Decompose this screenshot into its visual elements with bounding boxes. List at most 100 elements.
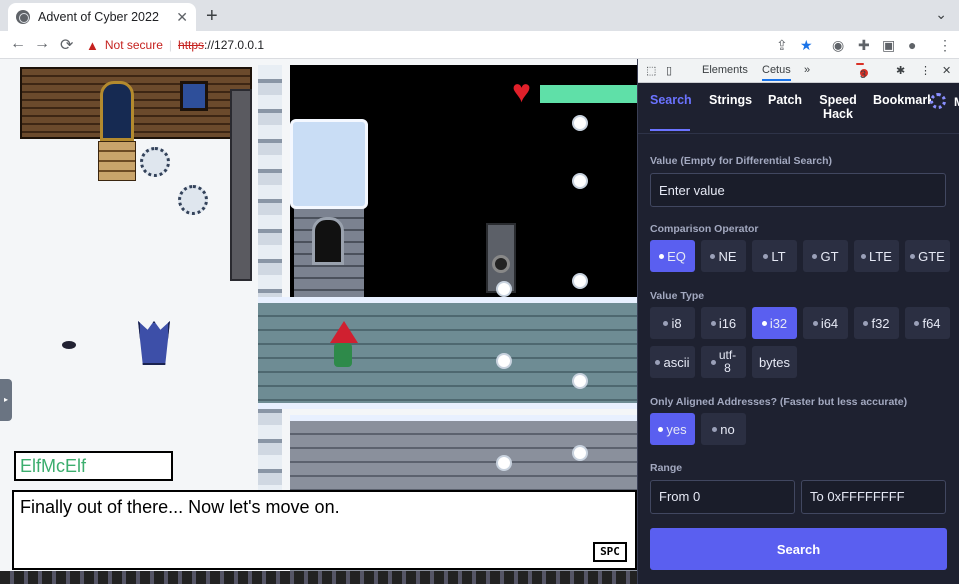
- profile-icon[interactable]: ●: [908, 37, 916, 53]
- tab-speed-hack[interactable]: Speed Hack: [818, 93, 858, 121]
- tab-search[interactable]: Search: [650, 93, 692, 107]
- divider: [638, 133, 959, 134]
- heart-icon: ♥: [512, 73, 531, 109]
- option-label: no: [720, 421, 735, 437]
- side-panel-icon[interactable]: ▣: [882, 37, 895, 54]
- active-tab-indicator: [650, 129, 690, 131]
- range-from-input[interactable]: From 0: [650, 480, 795, 514]
- option-gt[interactable]: GT: [803, 240, 848, 272]
- search-button[interactable]: Search: [650, 528, 947, 570]
- snowflake-icon: [140, 147, 170, 177]
- cabin-window: [180, 81, 208, 111]
- option-i64[interactable]: i64: [803, 307, 848, 339]
- option-ascii[interactable]: ascii: [650, 346, 695, 378]
- option-i8[interactable]: i8: [650, 307, 695, 339]
- tab-cetus[interactable]: Cetus: [762, 64, 791, 81]
- radio-dot-icon: [658, 426, 664, 432]
- tab-bookmarks[interactable]: Bookmarks: [873, 93, 931, 107]
- tab-elements[interactable]: Elements: [702, 64, 748, 76]
- chevron-down-icon[interactable]: ⌄: [935, 6, 947, 23]
- option-yes[interactable]: yes: [650, 413, 695, 445]
- radio-dot-icon: [863, 320, 869, 326]
- radio-dot-icon: [812, 320, 818, 326]
- radio-dot-icon: [861, 253, 867, 259]
- value-type-label: Value Type: [650, 290, 705, 302]
- warning-icon[interactable]: ▲: [86, 38, 99, 53]
- radio-dot-icon: [812, 253, 818, 259]
- option-f32[interactable]: f32: [854, 307, 899, 339]
- option-label: bytes: [758, 354, 791, 370]
- cog-icon[interactable]: [930, 93, 946, 109]
- new-tab-button[interactable]: +: [206, 5, 218, 28]
- radio-dot-icon: [712, 426, 718, 432]
- option-bytes[interactable]: bytes: [752, 346, 797, 378]
- back-button[interactable]: ←: [10, 35, 26, 53]
- option-no[interactable]: no: [701, 413, 746, 445]
- globe-icon: [16, 10, 30, 24]
- device-toggle-icon[interactable]: ▯: [666, 64, 672, 77]
- option-label: ascii: [663, 354, 690, 370]
- extension-icon[interactable]: ◉: [832, 37, 844, 54]
- dialog-box[interactable]: Finally out of there... Now let's move o…: [12, 490, 637, 570]
- space-key-hint: SPC: [593, 542, 627, 562]
- option-label: EQ: [667, 248, 686, 264]
- error-badge[interactable]: 3: [856, 63, 868, 81]
- option-lte[interactable]: LTE: [854, 240, 899, 272]
- devtools-panel: ⬚ ▯ Elements Cetus » 3 ✱ ⋮ ✕ Search Stri…: [637, 59, 959, 584]
- snowball: [572, 273, 588, 289]
- range-to-input[interactable]: To 0xFFFFFFFF: [801, 480, 946, 514]
- snowball: [572, 373, 588, 389]
- option-f64[interactable]: f64: [905, 307, 950, 339]
- option-utf8[interactable]: utf-8: [701, 346, 746, 378]
- value-input[interactable]: [650, 173, 946, 207]
- inspect-icon[interactable]: ⬚: [646, 64, 656, 77]
- address-bar[interactable]: ▲ Not secure | https ://127.0.0.1: [86, 33, 826, 57]
- tab-strings[interactable]: Strings: [709, 93, 752, 107]
- option-label: yes: [666, 421, 687, 437]
- not-secure-label[interactable]: Not secure: [105, 38, 163, 52]
- devtools-tabbar: ⬚ ▯ Elements Cetus » 3 ✱ ⋮ ✕: [638, 59, 959, 83]
- option-label: i8: [671, 315, 682, 331]
- url-scheme: https: [178, 38, 205, 52]
- reload-button[interactable]: ⟳: [60, 35, 73, 55]
- option-ne[interactable]: NE: [701, 240, 746, 272]
- aligned-label: Only Aligned Addresses? (Faster but less…: [650, 396, 908, 408]
- browser-toolbar: ← → ⟳ ▲ Not secure | https ://127.0.0.1 …: [0, 31, 959, 59]
- option-label: LT: [771, 248, 786, 264]
- kebab-menu-icon[interactable]: ⋮: [938, 37, 952, 54]
- option-i32[interactable]: i32: [752, 307, 797, 339]
- browser-tab[interactable]: Advent of Cyber 2022 ✕: [8, 3, 196, 31]
- option-eq[interactable]: EQ: [650, 240, 695, 272]
- cabin-steps: [98, 141, 136, 181]
- forward-button[interactable]: →: [34, 35, 50, 53]
- option-label: NE: [718, 248, 737, 264]
- url-host: ://127.0.0.1: [204, 38, 265, 52]
- close-icon[interactable]: ✕: [176, 9, 188, 26]
- snowball: [572, 173, 588, 189]
- tab-patch[interactable]: Patch: [768, 93, 802, 107]
- dialog-text: Finally out of there... Now let's move o…: [20, 497, 340, 517]
- option-label: i64: [820, 315, 839, 331]
- share-icon[interactable]: ⇪: [776, 37, 788, 54]
- gear-icon[interactable]: ✱: [896, 64, 905, 77]
- more-tabs-button[interactable]: »: [804, 64, 810, 76]
- truncated-tab[interactable]: M: [954, 95, 959, 109]
- snowball: [496, 281, 512, 297]
- snowball: [496, 353, 512, 369]
- option-label: GTE: [918, 248, 945, 264]
- option-label: utf-8: [718, 348, 737, 375]
- option-lt[interactable]: LT: [752, 240, 797, 272]
- side-panel-handle[interactable]: ▸: [0, 379, 12, 421]
- option-i16[interactable]: i16: [701, 307, 746, 339]
- star-icon[interactable]: ★: [800, 37, 813, 54]
- close-icon[interactable]: ✕: [942, 64, 951, 77]
- puzzle-icon[interactable]: ✚: [858, 37, 870, 54]
- option-label: LTE: [869, 248, 892, 264]
- cetus-tabs: Search Strings Patch Speed Hack Bookmark…: [638, 83, 959, 133]
- error-count: 3: [860, 69, 867, 81]
- pebble: [62, 341, 76, 349]
- kebab-menu-icon[interactable]: ⋮: [920, 64, 931, 77]
- option-gte[interactable]: GTE: [905, 240, 950, 272]
- game-canvas[interactable]: ♥ ▸ ElfMcElf Finally out of there... Now…: [0, 59, 637, 584]
- radio-dot-icon: [710, 320, 716, 326]
